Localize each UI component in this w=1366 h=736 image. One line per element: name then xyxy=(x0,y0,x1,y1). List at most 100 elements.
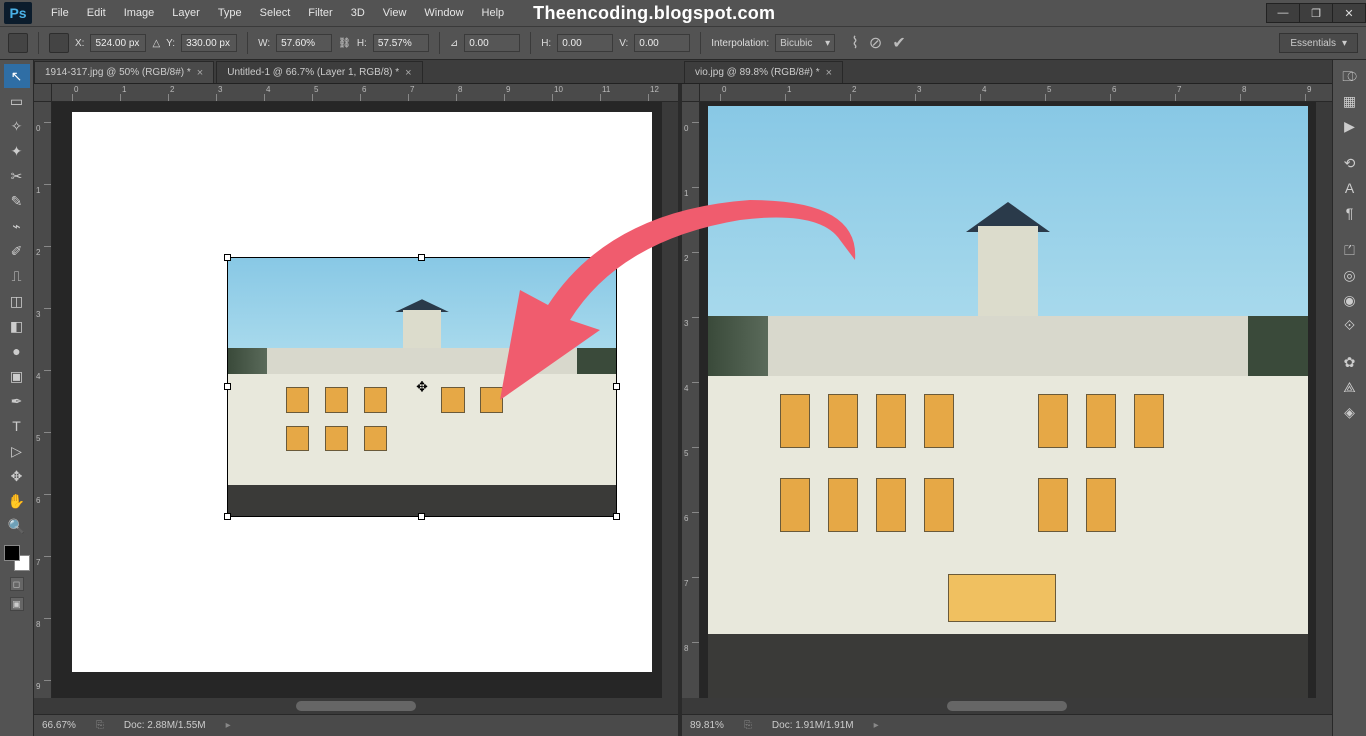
tool-move[interactable]: ↖ xyxy=(4,64,30,88)
document-tab-bar: 1914-317.jpg @ 50% (RGB/8#) *× Untitled-… xyxy=(34,60,1332,84)
y-label: Y: xyxy=(166,38,175,49)
menu-window[interactable]: Window xyxy=(415,0,472,26)
tool-blur[interactable]: ▣ xyxy=(4,364,30,388)
tool-type[interactable]: T xyxy=(4,414,30,438)
menu-bar: Ps File Edit Image Layer Type Select Fil… xyxy=(0,0,1366,26)
panel-adjustments-icon[interactable]: ⏍ xyxy=(1337,238,1363,262)
transform-tool-icon[interactable] xyxy=(8,33,28,53)
tool-stamp[interactable]: ⎍ xyxy=(4,264,30,288)
cancel-transform-icon[interactable]: ⊘ xyxy=(869,33,882,53)
app-logo: Ps xyxy=(4,2,32,24)
panel-paragraph-icon[interactable]: ¶ xyxy=(1337,201,1363,225)
skew-v-label: V: xyxy=(619,38,628,49)
panel-character-icon[interactable]: A xyxy=(1337,176,1363,200)
zoom-level[interactable]: 89.81% xyxy=(690,720,724,731)
menu-layer[interactable]: Layer xyxy=(163,0,209,26)
h-label: H: xyxy=(357,38,367,49)
tab-doc-1[interactable]: 1914-317.jpg @ 50% (RGB/8#) *× xyxy=(34,61,214,83)
close-icon[interactable]: × xyxy=(197,67,203,79)
tool-brush[interactable]: ✐ xyxy=(4,239,30,263)
tool-zoom[interactable]: 🔍 xyxy=(4,514,30,538)
placed-image[interactable]: ✥ xyxy=(227,257,617,517)
menu-filter[interactable]: Filter xyxy=(299,0,341,26)
tool-gradient[interactable]: ● xyxy=(4,339,30,363)
color-swatch[interactable] xyxy=(4,545,30,571)
panel-presets-icon[interactable]: ⟐ xyxy=(1337,313,1363,337)
panel-cc-icon[interactable]: ◎ xyxy=(1337,263,1363,287)
tool-eyedropper[interactable]: ✎ xyxy=(4,189,30,213)
ruler-horizontal[interactable]: 0123456789101112 xyxy=(52,84,678,102)
panel-history-icon[interactable]: ⟲ xyxy=(1337,151,1363,175)
panels-collapsed: ⎄ ▦ ▶ ⟲ A ¶ ⏍ ◎ ◉ ⟐ ✿ ⟁ ◈ xyxy=(1332,60,1366,736)
status-bar-right: 89.81% ⎘ Doc: 1.91M/1.91M ▸ xyxy=(682,714,1332,736)
maximize-button[interactable]: ❐ xyxy=(1299,3,1333,23)
watermark-text: Theencoding.blogspot.com xyxy=(533,3,775,24)
canvas-left[interactable]: ✥ xyxy=(52,102,662,698)
panel-styles-icon[interactable]: ◉ xyxy=(1337,288,1363,312)
ruler-vertical[interactable]: 0123456789 xyxy=(34,102,52,698)
tab-doc-3[interactable]: vio.jpg @ 89.8% (RGB/8#) *× xyxy=(684,61,843,83)
y-field[interactable]: 330.00 px xyxy=(181,34,237,52)
x-field[interactable]: 524.00 px xyxy=(90,34,146,52)
reference-point-icon[interactable] xyxy=(49,33,69,53)
scrollbar-horizontal[interactable] xyxy=(682,698,1332,714)
tool-heal[interactable]: ⌁ xyxy=(4,214,30,238)
warp-icon[interactable]: ⌇ xyxy=(851,33,859,53)
panel-paths-icon[interactable]: ⟁ xyxy=(1337,375,1363,399)
skew-h-field[interactable]: 0.00 xyxy=(557,34,613,52)
zoom-level[interactable]: 66.67% xyxy=(42,720,76,731)
menu-view[interactable]: View xyxy=(374,0,416,26)
menu-type[interactable]: Type xyxy=(209,0,251,26)
w-label: W: xyxy=(258,38,270,49)
skew-h-label: H: xyxy=(541,38,551,49)
close-icon[interactable]: × xyxy=(405,67,411,79)
link-icon[interactable]: ⛓ xyxy=(338,38,351,49)
tool-path[interactable]: ▷ xyxy=(4,439,30,463)
scrollbar-horizontal[interactable] xyxy=(34,698,678,714)
window-controls: — ❐ ✕ xyxy=(1267,3,1366,23)
tool-crop[interactable]: ✂ xyxy=(4,164,30,188)
screenmode-toggle[interactable]: ▣ xyxy=(10,597,24,611)
x-label: X: xyxy=(75,38,84,49)
tool-eraser[interactable]: ◧ xyxy=(4,314,30,338)
panel-libraries-icon[interactable]: ▶ xyxy=(1337,114,1363,138)
h-field[interactable]: 57.57% xyxy=(373,34,429,52)
menu-select[interactable]: Select xyxy=(251,0,300,26)
menu-help[interactable]: Help xyxy=(473,0,514,26)
menu-3d[interactable]: 3D xyxy=(342,0,374,26)
ruler-vertical[interactable]: 0123456789 xyxy=(682,102,700,698)
panel-channels-icon[interactable]: ✿ xyxy=(1337,350,1363,374)
tool-pen[interactable]: ✒ xyxy=(4,389,30,413)
tool-hand[interactable]: ✋ xyxy=(4,489,30,513)
w-field[interactable]: 57.60% xyxy=(276,34,332,52)
tool-wand[interactable]: ✦ xyxy=(4,139,30,163)
quickmask-toggle[interactable]: ◻ xyxy=(10,577,24,591)
commit-transform-icon[interactable]: ✔ xyxy=(892,33,905,53)
close-button[interactable]: ✕ xyxy=(1332,3,1366,23)
canvas-right[interactable] xyxy=(700,102,1316,698)
menu-edit[interactable]: Edit xyxy=(78,0,115,26)
document-pane-right: 0123456789 0123456789 xyxy=(682,84,1332,736)
tools-panel: ↖ ▭ ✧ ✦ ✂ ✎ ⌁ ✐ ⎍ ◫ ◧ ● ▣ ✒ T ▷ ✥ ✋ 🔍 ◻ … xyxy=(0,60,34,736)
rotation-field[interactable]: 0.00 xyxy=(464,34,520,52)
ruler-horizontal[interactable]: 0123456789 xyxy=(700,84,1332,102)
skew-v-field[interactable]: 0.00 xyxy=(634,34,690,52)
delta-icon[interactable]: △ xyxy=(152,38,160,49)
close-icon[interactable]: × xyxy=(826,67,832,79)
status-bar-left: 66.67% ⎘ Doc: 2.88M/1.55M ▸ xyxy=(34,714,678,736)
tool-marquee[interactable]: ▭ xyxy=(4,89,30,113)
panel-layers-icon[interactable]: ◈ xyxy=(1337,400,1363,424)
panel-color-icon[interactable]: ⎄ xyxy=(1337,64,1363,88)
tool-history-brush[interactable]: ◫ xyxy=(4,289,30,313)
panel-swatches-icon[interactable]: ▦ xyxy=(1337,89,1363,113)
options-bar: X: 524.00 px △ Y: 330.00 px W: 57.60% ⛓ … xyxy=(0,26,1366,60)
interpolation-select[interactable]: Bicubic▾ xyxy=(775,34,835,52)
menu-file[interactable]: File xyxy=(42,0,78,26)
workspace-switcher[interactable]: Essentials▾ xyxy=(1279,33,1358,53)
tool-shape[interactable]: ✥ xyxy=(4,464,30,488)
minimize-button[interactable]: — xyxy=(1266,3,1300,23)
menu-image[interactable]: Image xyxy=(115,0,164,26)
document-pane-left: 0123456789101112 0123456789 xyxy=(34,84,678,736)
tool-lasso[interactable]: ✧ xyxy=(4,114,30,138)
tab-doc-2[interactable]: Untitled-1 @ 66.7% (Layer 1, RGB/8) *× xyxy=(216,61,422,83)
